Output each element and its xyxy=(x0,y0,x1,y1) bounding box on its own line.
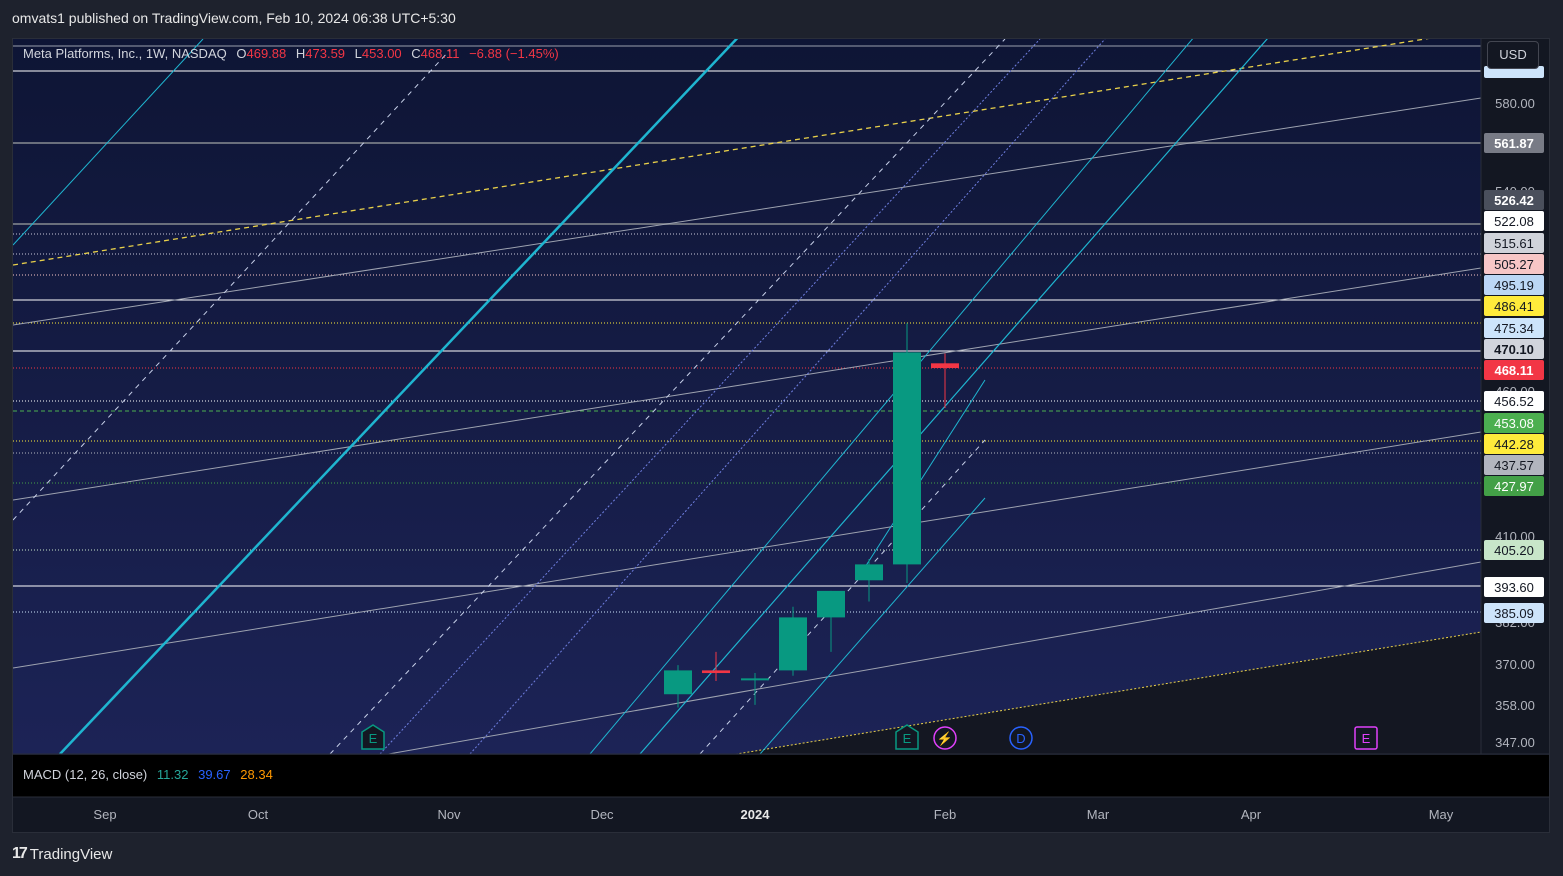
price-level-value: 561.87 xyxy=(1494,136,1534,151)
close-label: C xyxy=(411,46,421,61)
time-axis[interactable]: Sep Oct Nov Dec 2024 Feb Mar Apr May xyxy=(93,807,1453,822)
price-level-badge[interactable]: 453.08 xyxy=(1484,413,1544,433)
candle-body xyxy=(931,363,959,368)
price-level-value: 522.08 xyxy=(1494,214,1534,229)
marker-letter: D xyxy=(1016,731,1025,746)
price-level-badge[interactable]: 468.11 xyxy=(1484,360,1544,380)
price-level-value: 468.11 xyxy=(1494,363,1533,378)
price-level-value: 486.41 xyxy=(1494,299,1534,314)
macd-histogram-value: 11.32 xyxy=(156,767,189,782)
open-label: O xyxy=(236,46,247,61)
earnings-future-marker-icon[interactable]: E xyxy=(1354,726,1378,750)
price-tick-label: 358.00 xyxy=(1495,698,1535,713)
price-level-badge[interactable]: 456.52 xyxy=(1484,391,1544,411)
price-level-value: 505.27 xyxy=(1494,257,1534,272)
price-level-value: 475.34 xyxy=(1494,321,1534,336)
price-level-value: 437.57 xyxy=(1494,458,1534,473)
candle-body xyxy=(855,564,883,581)
price-tick-label: 580.00 xyxy=(1495,96,1535,111)
time-tick-label: Mar xyxy=(1087,807,1110,822)
price-level-value: 515.61 xyxy=(1494,236,1534,251)
currency-button[interactable]: USD xyxy=(1487,41,1539,69)
time-tick-label: Oct xyxy=(248,807,269,822)
time-tick-label: May xyxy=(1429,807,1454,822)
price-level-value: 405.20 xyxy=(1494,543,1534,558)
plot-background xyxy=(13,39,1481,754)
candle-body xyxy=(893,352,921,565)
price-level-value: 442.28 xyxy=(1494,437,1534,452)
open-value: 469.88 xyxy=(246,46,287,61)
macd-line-value: 39.67 xyxy=(198,767,231,782)
marker-letter: E xyxy=(369,731,378,746)
tradingview-logo-icon: 17 xyxy=(12,845,28,862)
price-level-value: 495.19 xyxy=(1494,278,1534,293)
price-level-badge[interactable]: 505.27 xyxy=(1484,254,1544,274)
price-level-badge[interactable]: 393.60 xyxy=(1484,577,1544,597)
candle-body xyxy=(702,670,730,674)
price-level-badge[interactable]: 437.57 xyxy=(1484,455,1544,475)
candle-body xyxy=(664,670,692,695)
price-level-value: 427.97 xyxy=(1494,479,1534,494)
candle-body xyxy=(741,678,769,681)
low-label: L xyxy=(354,46,362,61)
candle-body xyxy=(779,617,807,671)
marker-letter: E xyxy=(1362,731,1371,746)
time-tick-label: Nov xyxy=(437,807,461,822)
time-tick-label: Dec xyxy=(590,807,614,822)
price-level-badge[interactable]: 526.42 xyxy=(1484,190,1544,210)
price-level-value: 470.10 xyxy=(1494,342,1534,357)
dividend-marker-icon[interactable]: D xyxy=(1009,726,1033,750)
price-level-value: 456.52 xyxy=(1494,394,1534,409)
split-marker-icon[interactable]: ⚡ xyxy=(933,726,957,750)
price-tick-label: 370.00 xyxy=(1495,657,1535,672)
price-level-value: 453.08 xyxy=(1494,416,1534,431)
marker-letter: E xyxy=(903,731,912,746)
price-level-badge[interactable]: 470.10 xyxy=(1484,339,1544,359)
price-level-badge[interactable]: 522.08 xyxy=(1484,211,1544,231)
close-value: 468.11 xyxy=(420,46,460,61)
price-level-badge[interactable]: 515.61 xyxy=(1484,233,1544,253)
macd-signal-value: 28.34 xyxy=(240,767,273,782)
price-level-badge[interactable]: 385.09 xyxy=(1484,603,1544,623)
price-level-badge[interactable]: 427.97 xyxy=(1484,476,1544,496)
price-tick-label: 347.00 xyxy=(1495,735,1535,750)
time-tick-label: 2024 xyxy=(741,807,771,822)
macd-label: MACD (12, 26, close) xyxy=(23,767,148,782)
price-level-badge[interactable]: 442.28 xyxy=(1484,434,1544,454)
price-level-value: 526.42 xyxy=(1494,193,1534,208)
macd-legend[interactable]: MACD (12, 26, close) 11.32 39.67 28.34 xyxy=(23,767,273,782)
low-value: 453.00 xyxy=(361,46,402,61)
price-level-value: 385.09 xyxy=(1494,606,1534,621)
time-tick-label: Apr xyxy=(1241,807,1262,822)
tradingview-logo[interactable]: 17 TradingView xyxy=(12,845,112,863)
time-tick-label: Sep xyxy=(93,807,116,822)
chart-canvas[interactable]: EE⚡DE 580.00347.00358.00370.00410.00540.… xyxy=(0,0,1563,876)
symbol-legend[interactable]: Meta Platforms, Inc., 1W, NASDAQ O469.88… xyxy=(23,46,559,61)
marker-letter: ⚡ xyxy=(937,731,953,747)
candle-body xyxy=(817,590,845,618)
price-level-badge[interactable]: 495.19 xyxy=(1484,275,1544,295)
price-level-badge[interactable]: 475.34 xyxy=(1484,318,1544,338)
price-level-badge[interactable]: 405.20 xyxy=(1484,540,1544,560)
symbol-name: Meta Platforms, Inc., 1W, NASDAQ xyxy=(23,46,227,61)
price-level-badge[interactable]: 561.87 xyxy=(1484,133,1544,153)
price-level-value: 393.60 xyxy=(1494,580,1534,595)
high-value: 473.59 xyxy=(305,46,346,61)
brand-name: TradingView xyxy=(29,845,113,863)
time-tick-label: Feb xyxy=(934,807,956,822)
price-level-badge[interactable]: 486.41 xyxy=(1484,296,1544,316)
change-value: −6.88 (−1.45%) xyxy=(469,46,559,61)
high-label: H xyxy=(295,46,306,61)
